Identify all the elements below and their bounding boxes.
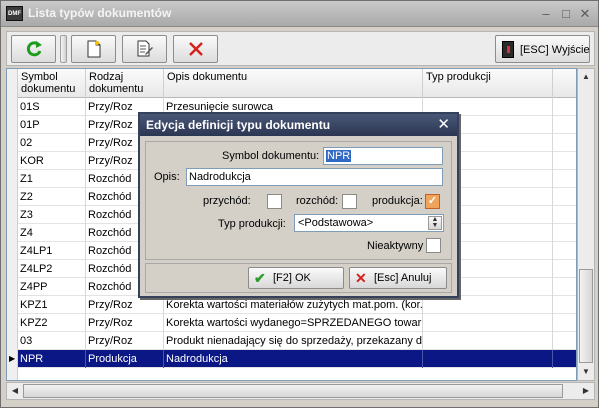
ok-button-label: [F2] OK <box>273 272 311 284</box>
new-document-icon <box>87 40 100 58</box>
dialog-footer: ✔ [F2] OK ✕ [Esc] Anuluj <box>145 263 452 293</box>
minimize-icon[interactable]: ‒ <box>538 6 554 22</box>
table-cell[interactable] <box>423 314 553 332</box>
ok-button[interactable]: ✔ [F2] OK <box>248 267 344 289</box>
produkcja-label: produkcja: <box>372 195 423 207</box>
horizontal-scroll-thumb[interactable] <box>23 384 563 398</box>
table-row[interactable]: KPZ2 Przy/Roz Korekta wartości wydanego=SP… <box>18 314 576 332</box>
przychod-checkbox[interactable] <box>267 194 282 209</box>
table-cell[interactable]: Z4LP2 <box>18 260 86 278</box>
table-cell[interactable]: NPR <box>18 350 86 368</box>
table-row[interactable]: NPR Produkcja Nadrodukcja <box>18 350 576 368</box>
table-cell[interactable] <box>423 296 553 314</box>
current-row-indicator-icon: ▶ <box>9 354 16 363</box>
edit-document-button[interactable] <box>122 35 167 63</box>
refresh-button[interactable] <box>11 35 56 63</box>
scroll-down-icon[interactable]: ▼ <box>578 364 594 380</box>
table-row[interactable]: KPZ1 Przy/Roz Korekta wartości materiałów … <box>18 296 576 314</box>
table-cell[interactable]: Produkt nienadający się do sprzedaży, pr… <box>164 332 423 350</box>
typ-produkcji-value: <Podstawowa> <box>298 217 374 229</box>
check-icon: ✔ <box>254 270 266 286</box>
delete-button[interactable] <box>173 35 218 63</box>
symbol-label: Symbol dokumentu: <box>222 150 320 162</box>
scroll-right-icon[interactable]: ▶ <box>578 383 594 399</box>
table-cell[interactable]: Z1 <box>18 170 86 188</box>
column-header-symbol[interactable]: Symbol dokumentu <box>18 69 86 98</box>
table-cell[interactable]: Z2 <box>18 188 86 206</box>
maximize-icon[interactable]: □ <box>558 6 574 22</box>
table-cell[interactable]: 02 <box>18 134 86 152</box>
cancel-icon: ✕ <box>355 270 367 286</box>
close-icon[interactable]: ✕ <box>577 6 593 22</box>
app-icon: DMF <box>6 6 23 21</box>
vertical-scrollbar[interactable]: ▲ ▼ <box>577 68 595 381</box>
new-document-button[interactable] <box>71 35 116 63</box>
combo-spin-icon[interactable]: ▲ ▼ <box>428 216 442 230</box>
scroll-left-icon[interactable]: ◀ <box>7 383 23 399</box>
table-cell[interactable]: Z4PP <box>18 278 86 296</box>
dialog-close-icon[interactable]: ✕ <box>437 116 450 133</box>
typ-produkcji-label: Typ produkcji: <box>218 218 286 230</box>
cancel-button-label: [Esc] Anuluj <box>374 272 432 284</box>
table-cell[interactable]: 01P <box>18 116 86 134</box>
table-cell[interactable]: Z4LP1 <box>18 242 86 260</box>
table-cell[interactable] <box>423 350 553 368</box>
scroll-up-icon[interactable]: ▲ <box>578 69 594 85</box>
edit-document-icon <box>137 40 153 57</box>
table-cell[interactable]: KPZ1 <box>18 296 86 314</box>
title-bar[interactable]: DMF Lista typów dokumentów ‒ □ ✕ <box>1 1 598 27</box>
opis-label: Opis: <box>154 171 180 183</box>
window-title: Lista typów dokumentów <box>28 6 172 20</box>
table-cell[interactable]: Nadrodukcja <box>164 350 423 368</box>
nieaktywny-checkbox[interactable] <box>426 238 441 253</box>
toolbar-separator <box>60 35 67 63</box>
table-cell[interactable]: Z4 <box>18 224 86 242</box>
column-header-rodzaj[interactable]: Rodzaj dokumentu <box>86 69 164 98</box>
exit-door-icon <box>502 41 514 58</box>
table-cell[interactable]: Produkcja <box>86 350 164 368</box>
delete-icon <box>188 42 203 56</box>
vertical-scroll-thumb[interactable] <box>579 269 593 363</box>
row-indicator-column <box>7 69 18 380</box>
edit-document-type-dialog: Edycja definicji typu dokumentu ✕ Symbol… <box>138 112 459 298</box>
exit-button-label: [ESC] Wyjście <box>520 44 590 56</box>
table-cell[interactable]: KOR <box>18 152 86 170</box>
dialog-title: Edycja definicji typu dokumentu <box>146 118 331 132</box>
table-cell[interactable]: Przy/Roz <box>86 332 164 350</box>
table-cell[interactable]: 01S <box>18 98 86 116</box>
rozchod-label: rozchód: <box>296 195 339 207</box>
table-cell[interactable]: Przy/Roz <box>86 296 164 314</box>
column-header-typ-produkcji[interactable]: Typ produkcji <box>423 69 553 98</box>
table-cell[interactable]: Przy/Roz <box>86 314 164 332</box>
horizontal-scrollbar[interactable]: ◀ ▶ <box>6 382 595 400</box>
column-header-opis[interactable]: Opis dokumentu <box>164 69 423 98</box>
table-row[interactable]: 03 Przy/Roz Produkt nienadający się do spr… <box>18 332 576 350</box>
table-cell[interactable]: KPZ2 <box>18 314 86 332</box>
produkcja-checkbox[interactable]: ✓ <box>425 194 440 209</box>
toolbar: [ESC] Wyjście <box>6 31 595 66</box>
cancel-button[interactable]: ✕ [Esc] Anuluj <box>349 267 447 289</box>
table-cell[interactable]: Z3 <box>18 206 86 224</box>
exit-button[interactable]: [ESC] Wyjście <box>495 35 590 63</box>
dialog-title-bar[interactable]: Edycja definicji typu dokumentu ✕ <box>140 114 457 136</box>
nieaktywny-label: Nieaktywny <box>367 240 424 252</box>
table-header: Symbol dokumentu Rodzaj dokumentu Opis d… <box>7 69 576 98</box>
dialog-form: Symbol dokumentu: NPR Opis: Nadrodukcja … <box>145 141 452 260</box>
typ-produkcji-select[interactable]: <Podstawowa> ▲ ▼ <box>294 214 444 232</box>
table-cell[interactable]: 03 <box>18 332 86 350</box>
table-cell[interactable]: Korekta wartości wydanego=SPRZEDANEGO to… <box>164 314 423 332</box>
symbol-input[interactable]: NPR <box>323 147 443 165</box>
opis-input[interactable]: Nadrodukcja <box>186 168 443 186</box>
przychod-label: przychód: <box>203 195 251 207</box>
table-cell[interactable] <box>423 332 553 350</box>
refresh-icon <box>26 41 42 57</box>
rozchod-checkbox[interactable] <box>342 194 357 209</box>
table-cell[interactable]: Korekta wartości materiałów zużytych mat… <box>164 296 423 314</box>
